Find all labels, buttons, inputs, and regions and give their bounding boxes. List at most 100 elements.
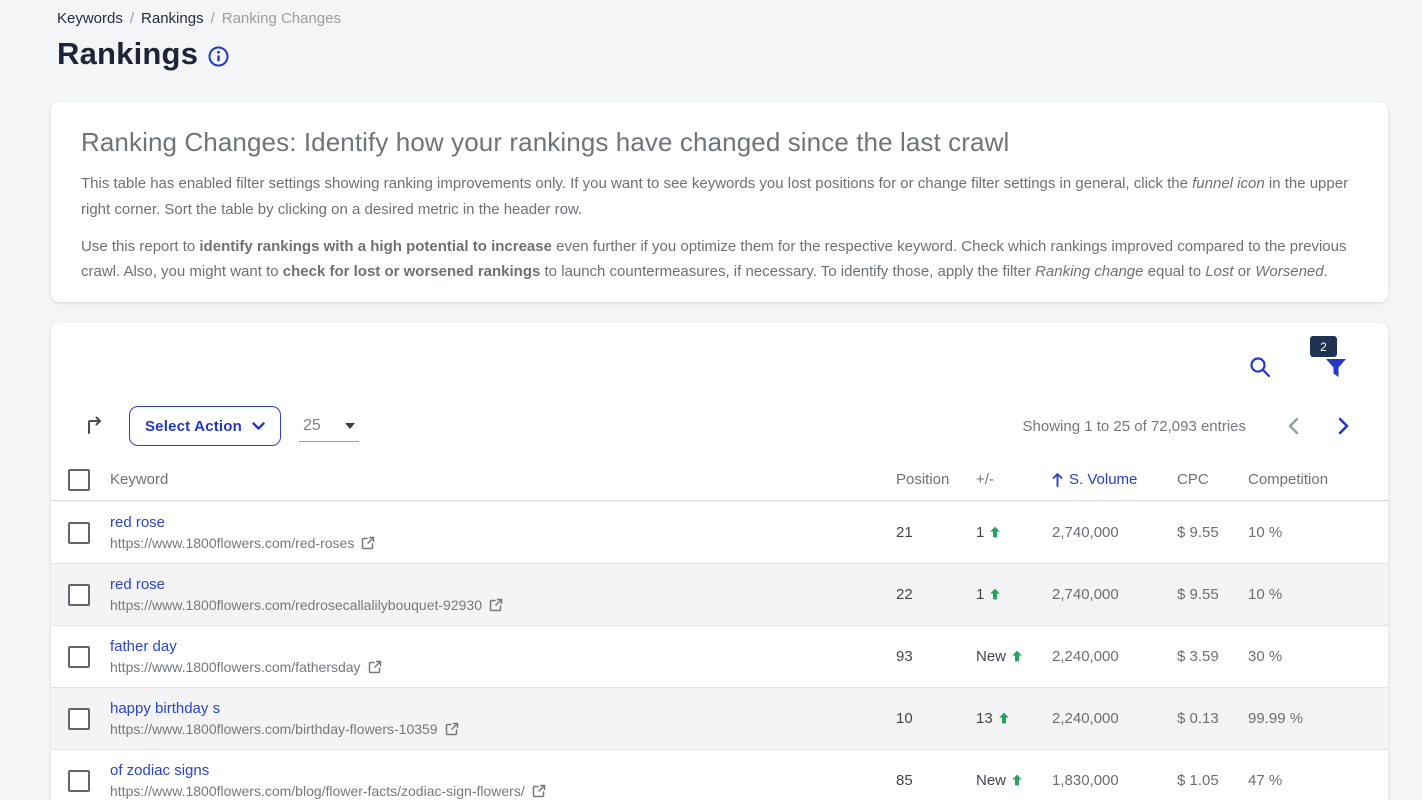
keyword-link[interactable]: father day [110,638,177,655]
row-checkbox[interactable] [68,646,90,668]
intro-p2-filter-value: Lost [1205,263,1233,280]
filter-count-badge: 2 [1310,336,1337,357]
keyword-url: https://www.1800flowers.com/birthday-flo… [110,721,438,737]
volume-value: 2,740,000 [1052,524,1177,541]
keyword-url: https://www.1800flowers.com/fathersday [110,659,361,675]
table-row: happy birthday s https://www.1800flowers… [51,688,1388,750]
chevron-right-icon[interactable] [1332,415,1354,437]
change-value: 1 [976,586,984,603]
keyword-link[interactable]: of zodiac signs [110,762,209,779]
header-cpc[interactable]: CPC [1177,471,1248,488]
position-value: 21 [896,524,976,541]
intro-p2-text: to launch countermeasures, if necessary.… [540,263,1035,280]
table-row: red rose https://www.1800flowers.com/red… [51,564,1388,626]
select-all-checkbox[interactable] [68,469,90,491]
keyword-link[interactable]: red rose [110,514,165,531]
arrow-up-icon [989,588,1001,600]
intro-card: Ranking Changes: Identify how your ranki… [51,102,1388,302]
external-link-icon[interactable] [361,536,375,550]
cpc-value: $ 0.13 [1177,710,1248,727]
page-title: Rankings [57,36,198,72]
cpc-value: $ 1.05 [1177,772,1248,789]
select-action-label: Select Action [145,418,242,435]
header-s-volume[interactable]: S. Volume [1052,471,1177,488]
breadcrumb-rankings[interactable]: Rankings [141,10,204,27]
competition-value: 30 % [1248,648,1388,665]
volume-value: 1,830,000 [1052,772,1177,789]
position-value: 10 [896,710,976,727]
keyword-link[interactable]: happy birthday s [110,700,220,717]
intro-p1-funnel-icon-ref: funnel icon [1192,175,1265,192]
row-checkbox[interactable] [68,522,90,544]
arrow-up-icon [1011,774,1023,786]
rankings-table-card: 2 Select Action 25 Showing 1 to 25 of 72… [51,323,1388,800]
competition-value: 47 % [1248,772,1388,789]
keyword-url: https://www.1800flowers.com/redrosecalla… [110,597,482,613]
competition-value: 10 % [1248,524,1388,541]
volume-value: 2,240,000 [1052,648,1177,665]
page-size-value: 25 [303,417,321,435]
pagination-status: Showing 1 to 25 of 72,093 entries [1023,418,1247,435]
header-position[interactable]: Position [896,471,976,488]
export-arrow-icon[interactable] [85,416,105,436]
external-link-icon[interactable] [489,598,503,612]
arrow-up-icon [989,526,1001,538]
intro-paragraph-1: This table has enabled filter settings s… [81,171,1358,223]
change-value: New [976,772,1006,789]
cpc-value: $ 9.55 [1177,586,1248,603]
volume-value: 2,240,000 [1052,710,1177,727]
info-icon[interactable] [208,46,229,67]
header-keyword[interactable]: Keyword [110,471,896,488]
header-change[interactable]: +/- [976,471,1052,488]
breadcrumb-ranking-changes: Ranking Changes [222,10,341,27]
cpc-value: $ 3.59 [1177,648,1248,665]
position-value: 93 [896,648,976,665]
search-icon[interactable] [1248,355,1272,379]
external-link-icon[interactable] [368,660,382,674]
arrow-up-icon [1011,650,1023,662]
table-header-row: Keyword Position +/- S. Volume CPC Compe… [51,459,1388,501]
intro-p2-text: equal to [1143,263,1205,280]
header-s-volume-label: S. Volume [1069,471,1137,488]
table-toolbar: Select Action 25 Showing 1 to 25 of 72,0… [51,406,1388,446]
table-body: red rose https://www.1800flowers.com/red… [51,502,1388,800]
keyword-link[interactable]: red rose [110,576,165,593]
table-row: red rose https://www.1800flowers.com/red… [51,502,1388,564]
chevron-down-icon [252,422,265,431]
breadcrumb-keywords[interactable]: Keywords [57,10,123,27]
table-row: father day https://www.1800flowers.com/f… [51,626,1388,688]
change-value: 1 [976,524,984,541]
intro-p2-bold: identify rankings with a high potential … [199,238,552,255]
keyword-url: https://www.1800flowers.com/red-roses [110,535,354,551]
competition-value: 99.99 % [1248,710,1388,727]
intro-p2-text: or [1234,263,1256,280]
cpc-value: $ 9.55 [1177,524,1248,541]
breadcrumb-separator: / [211,10,215,27]
page-size-select[interactable]: 25 [299,410,359,442]
external-link-icon[interactable] [532,784,546,798]
intro-heading: Ranking Changes: Identify how your ranki… [81,127,1358,158]
breadcrumb: Keywords / Rankings / Ranking Changes [57,10,341,27]
competition-value: 10 % [1248,586,1388,603]
arrow-up-icon [998,712,1010,724]
sort-ascending-icon [1052,473,1063,487]
funnel-icon[interactable] [1324,356,1348,380]
select-action-dropdown[interactable]: Select Action [129,406,281,446]
table-row: of zodiac signs https://www.1800flowers.… [51,750,1388,800]
keyword-url: https://www.1800flowers.com/blog/flower-… [110,783,525,799]
header-competition[interactable]: Competition [1248,471,1388,488]
row-checkbox[interactable] [68,584,90,606]
row-checkbox[interactable] [68,770,90,792]
intro-p2-filter-value: Worsened [1255,263,1323,280]
intro-p2-text: Use this report to [81,238,199,255]
intro-paragraph-2: Use this report to identify rankings wit… [81,234,1358,286]
volume-value: 2,740,000 [1052,586,1177,603]
breadcrumb-separator: / [130,10,134,27]
position-value: 85 [896,772,976,789]
caret-down-icon [345,423,355,429]
position-value: 22 [896,586,976,603]
chevron-left-icon[interactable] [1282,415,1304,437]
row-checkbox[interactable] [68,708,90,730]
intro-p2-filter-name: Ranking change [1035,263,1143,280]
external-link-icon[interactable] [445,722,459,736]
